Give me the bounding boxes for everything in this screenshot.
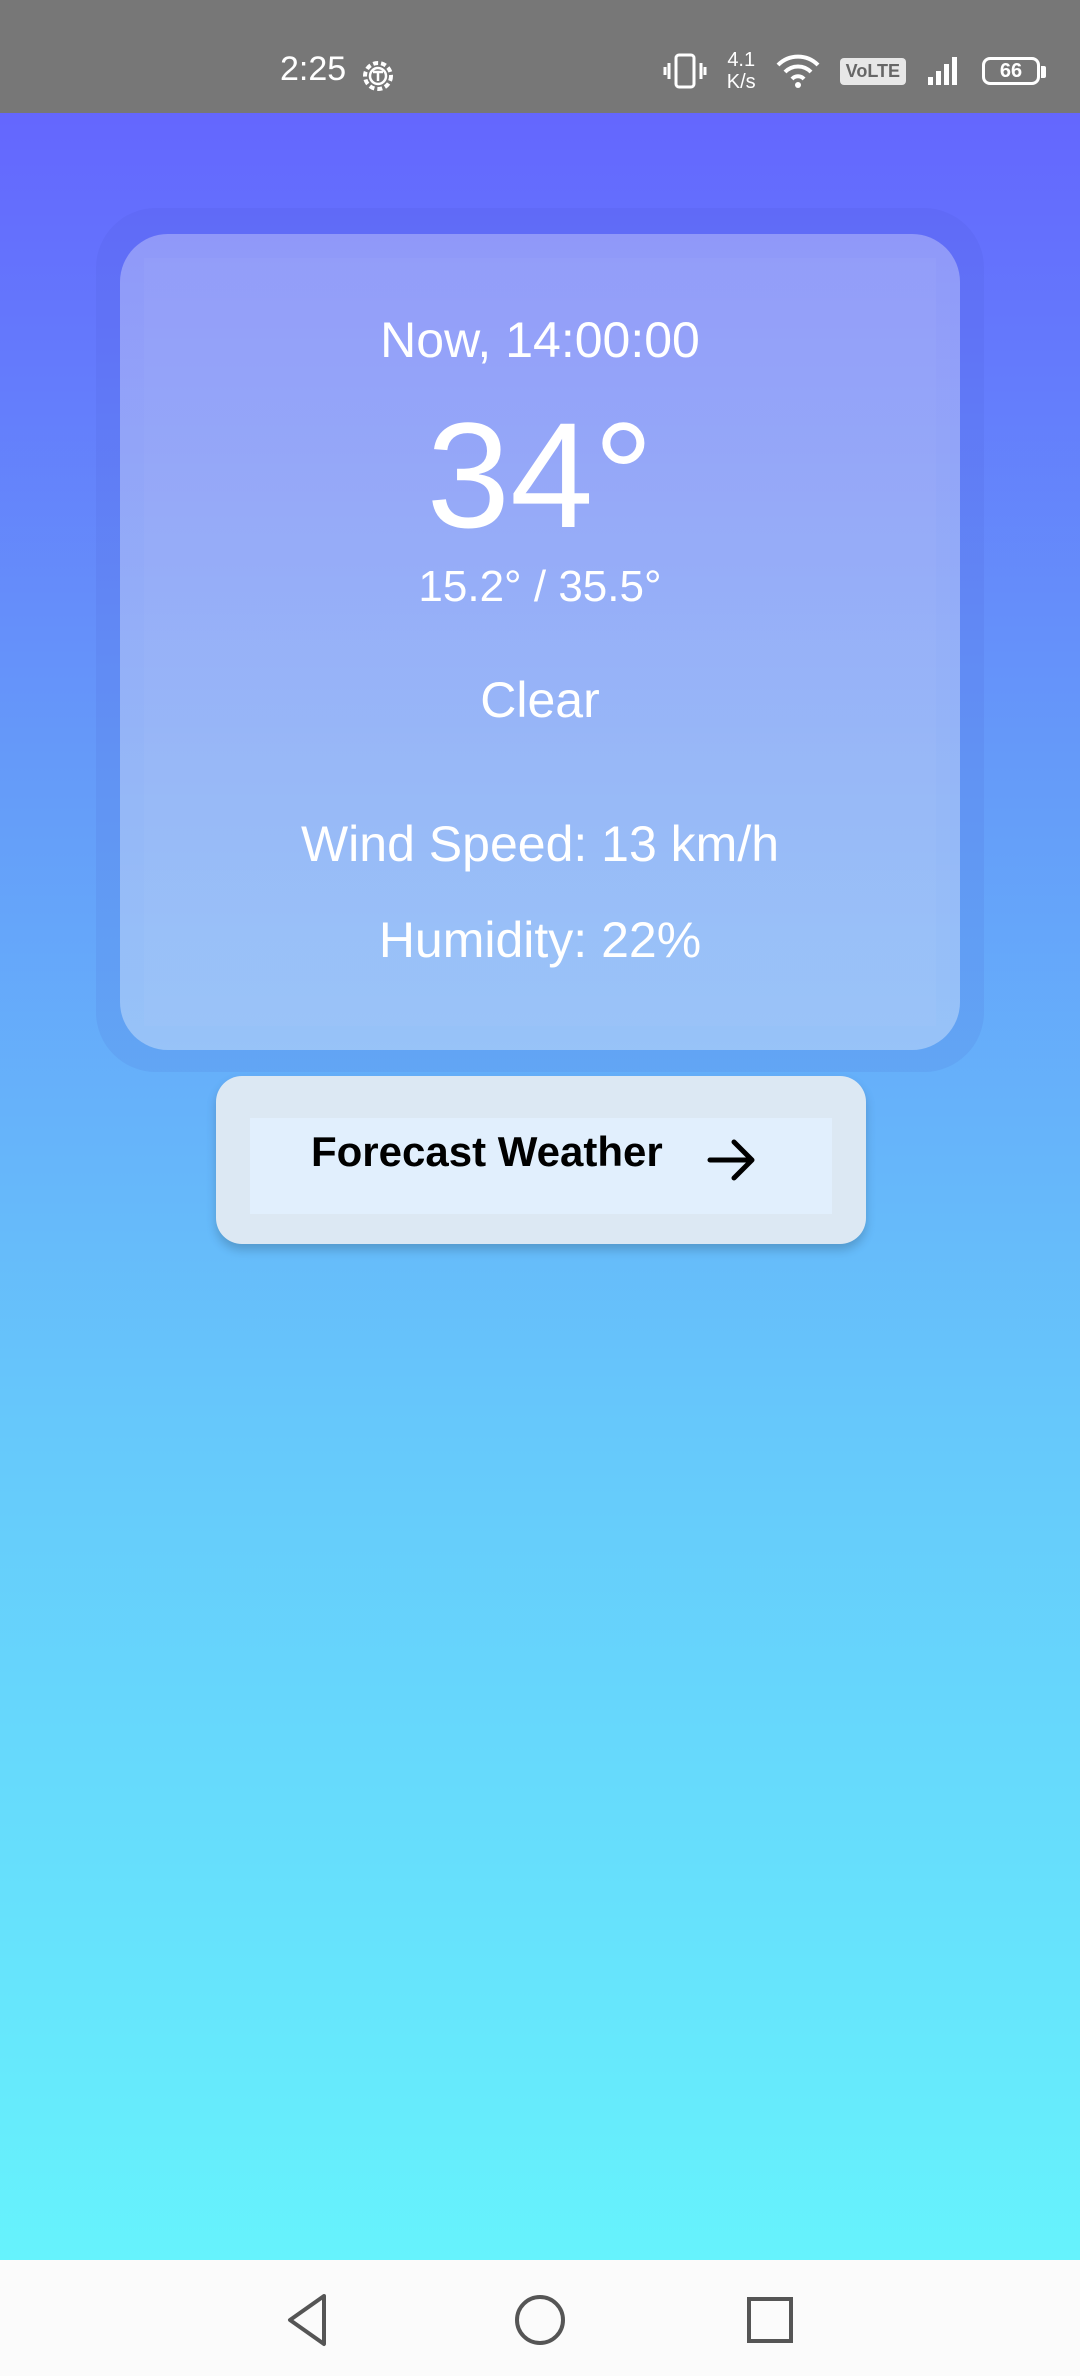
back-triangle-icon[interactable] (280, 2290, 340, 2350)
forecast-button-label: Forecast Weather (311, 1128, 663, 1175)
status-icons: 4.1 K/s VoLTE 66 (663, 46, 1046, 96)
signal-icon (928, 57, 957, 85)
wifi-icon (776, 54, 820, 88)
weather-condition: Clear (480, 672, 600, 728)
arrow-right-icon (707, 1139, 755, 1181)
weather-card-inner (144, 258, 936, 1026)
battery-level: 66 (999, 59, 1023, 82)
current-temperature: 34° (426, 391, 654, 559)
status-time: 2:25 (280, 50, 347, 88)
recent-square-icon[interactable] (740, 2290, 800, 2350)
battery-icon: 66 (982, 57, 1046, 85)
net-speed-unit: K/s (726, 71, 756, 93)
network-speed: 4.1 K/s (727, 49, 756, 93)
net-speed-value: 4.1 (727, 49, 756, 71)
home-circle-icon[interactable] (510, 2290, 570, 2350)
gear-icon (363, 61, 393, 91)
status-bar: 2:25 4.1 K/s VoLTE 66 (0, 0, 1080, 113)
wind-speed: Wind Speed: 13 km/h (300, 816, 780, 872)
min-max-temperature: 15.2° / 35.5° (418, 562, 662, 611)
volte-badge: VoLTE (839, 57, 906, 85)
navigation-bar (0, 2260, 1080, 2376)
humidity: Humidity: 22% (378, 912, 702, 968)
vibrate-icon (663, 53, 707, 89)
current-time: Now, 14:00:00 (380, 312, 700, 368)
